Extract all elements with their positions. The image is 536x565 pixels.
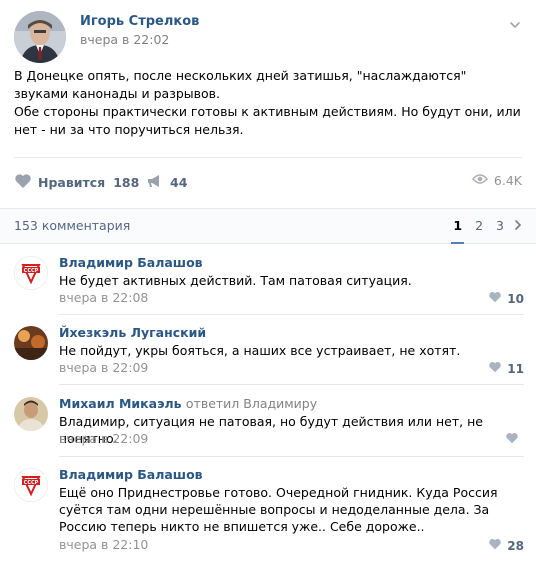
share-button[interactable]: 44 (146, 173, 187, 192)
comment-author[interactable]: Владимир Балашов (59, 255, 203, 270)
views-counter: 6.4K (471, 173, 522, 188)
comment-author[interactable]: Йхезкэль Луганский (59, 325, 206, 340)
heart-icon (488, 361, 502, 376)
comment-like-button[interactable] (505, 432, 524, 447)
divider (59, 314, 524, 315)
heart-icon (14, 173, 32, 192)
like-label: Нравится (38, 175, 106, 190)
heart-icon (488, 538, 502, 553)
comment: Йхезкэль Луганский Не пойдут, укры боять… (0, 322, 536, 384)
post-time[interactable]: вчера в 22:02 (80, 32, 169, 47)
post-actions: Нравится 188 44 6.4K (0, 160, 536, 202)
comment-author[interactable]: Михаил Микаэль ответил Владимиру (59, 396, 317, 411)
post-header: Игорь Стрелков вчера в 22:02 (0, 0, 536, 63)
page-2[interactable]: 2 (473, 209, 485, 243)
share-count: 44 (170, 175, 188, 190)
ussr-quality-mark-icon[interactable]: СССР (14, 468, 48, 502)
comment: Михаил Микаэль ответил Владимиру Владими… (0, 393, 536, 455)
wall-post: Игорь Стрелков вчера в 22:02 В Донецке о… (0, 0, 536, 565)
photo-avatar[interactable] (14, 326, 48, 360)
post-text-line: Обе стороны практически готовы к активны… (14, 104, 521, 137)
svg-text:СССР: СССР (24, 480, 39, 486)
chevron-down-icon[interactable] (508, 17, 522, 31)
comment-time[interactable]: вчера в 22:09 (59, 360, 148, 375)
comments-pager: 1 2 3 (442, 209, 522, 244)
heart-icon (505, 432, 519, 447)
comments-count[interactable]: 153 комментария (14, 218, 130, 233)
author-avatar[interactable] (14, 11, 66, 63)
views-count: 6.4K (493, 173, 522, 188)
heart-icon (488, 291, 502, 306)
like-button[interactable]: Нравится 188 (14, 173, 139, 192)
comment-author-name[interactable]: Михаил Микаэль (59, 396, 182, 411)
comment-like-count: 10 (507, 291, 524, 306)
comment-text: Не будет активных действий. Там патовая … (59, 273, 412, 288)
comment-like-button[interactable]: 10 (488, 291, 524, 306)
replied-to-label[interactable]: ответил Владимиру (186, 396, 317, 411)
post-text: В Донецке опять, после нескольких дней з… (14, 67, 524, 139)
photo-avatar[interactable] (14, 397, 48, 431)
megaphone-icon (146, 173, 164, 192)
page-3[interactable]: 3 (494, 209, 506, 243)
comments-bar: 153 комментария 1 2 3 (0, 208, 536, 244)
comment-like-button[interactable]: 28 (488, 538, 524, 553)
comment-like-button[interactable]: 11 (488, 361, 524, 376)
post-text-line: В Донецке опять, после нескольких дней з… (14, 68, 467, 101)
chevron-right-icon[interactable] (514, 219, 522, 234)
comment-like-count: 28 (507, 538, 524, 553)
eye-icon (471, 173, 488, 188)
like-count: 188 (113, 175, 140, 190)
comment-author[interactable]: Владимир Балашов (59, 467, 203, 482)
comment: СССР Владимир Балашов Ещё оно Приднестро… (0, 464, 536, 560)
page-1[interactable]: 1 (451, 209, 464, 244)
comment-time[interactable]: вчера в 22:08 (59, 290, 148, 305)
divider (59, 456, 524, 457)
comment-time[interactable]: вчера в 22:10 (59, 537, 148, 552)
post-author[interactable]: Игорь Стрелков (80, 14, 199, 29)
divider (59, 384, 524, 385)
comment-time[interactable]: вчера в 22:09 (59, 431, 148, 446)
svg-text:СССР: СССР (24, 268, 39, 274)
comment: СССР Владимир Балашов Не будет активных … (0, 252, 536, 314)
comment-text: Ещё оно Приднестровье готово. Очередной … (59, 485, 498, 534)
comment-text: Не пойдут, укры бояться, а наших все уст… (59, 343, 461, 358)
comment-like-count: 11 (507, 361, 524, 376)
divider (14, 157, 522, 158)
ussr-quality-mark-icon[interactable]: СССР (14, 256, 48, 290)
